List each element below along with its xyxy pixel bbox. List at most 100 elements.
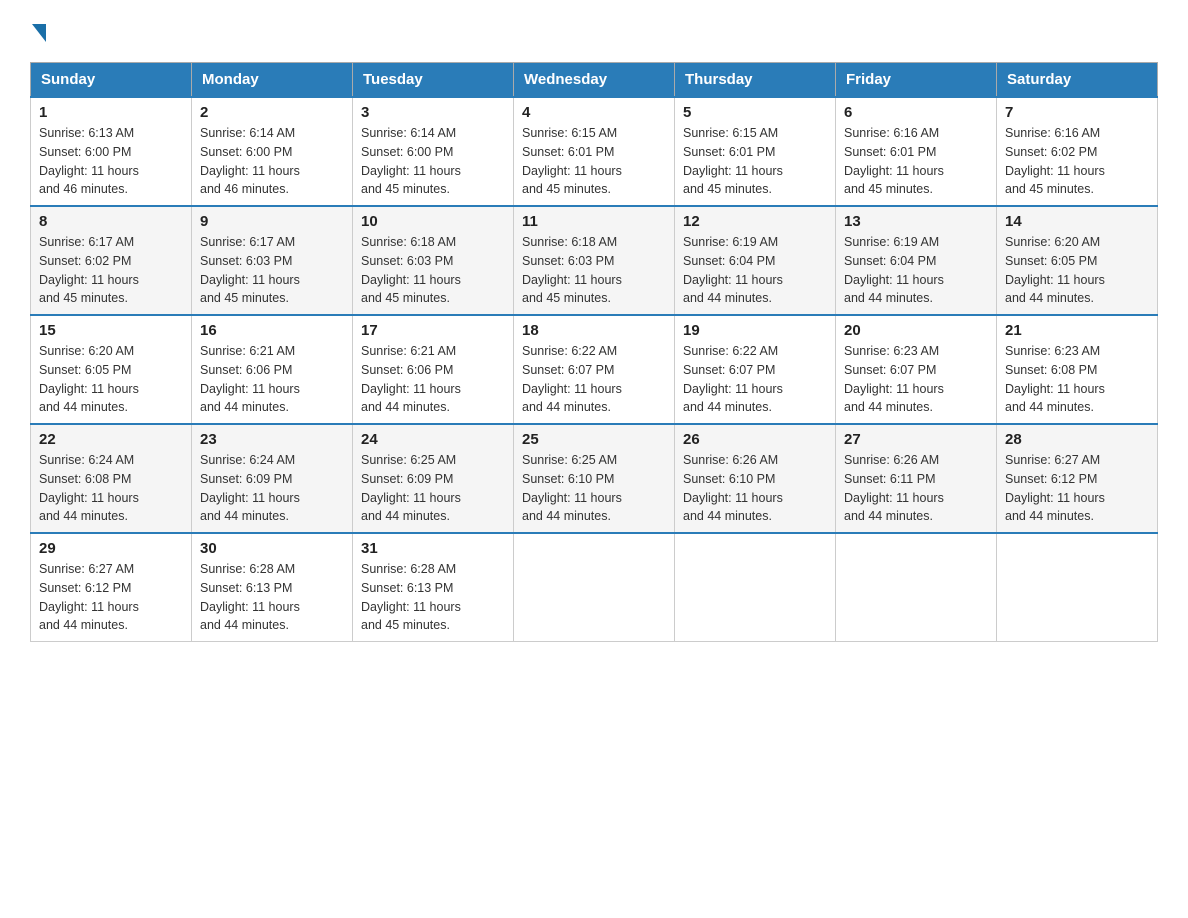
day-info: Sunrise: 6:22 AMSunset: 6:07 PMDaylight:… [522, 342, 666, 417]
day-info: Sunrise: 6:25 AMSunset: 6:10 PMDaylight:… [522, 451, 666, 526]
page-header [30, 20, 1158, 42]
day-number: 28 [1005, 431, 1149, 448]
day-info: Sunrise: 6:18 AMSunset: 6:03 PMDaylight:… [361, 233, 505, 308]
calendar-cell: 10 Sunrise: 6:18 AMSunset: 6:03 PMDayligh… [353, 206, 514, 315]
calendar-week-row: 29 Sunrise: 6:27 AMSunset: 6:12 PMDayligh… [31, 533, 1158, 642]
calendar-cell: 15 Sunrise: 6:20 AMSunset: 6:05 PMDayligh… [31, 315, 192, 424]
calendar-week-row: 15 Sunrise: 6:20 AMSunset: 6:05 PMDayligh… [31, 315, 1158, 424]
calendar-cell: 9 Sunrise: 6:17 AMSunset: 6:03 PMDaylight… [192, 206, 353, 315]
day-info: Sunrise: 6:13 AMSunset: 6:00 PMDaylight:… [39, 124, 183, 199]
calendar-week-row: 1 Sunrise: 6:13 AMSunset: 6:00 PMDaylight… [31, 97, 1158, 206]
day-number: 12 [683, 213, 827, 230]
day-info: Sunrise: 6:14 AMSunset: 6:00 PMDaylight:… [200, 124, 344, 199]
day-info: Sunrise: 6:19 AMSunset: 6:04 PMDaylight:… [844, 233, 988, 308]
weekday-header-wednesday: Wednesday [514, 63, 675, 98]
day-number: 25 [522, 431, 666, 448]
calendar-cell: 20 Sunrise: 6:23 AMSunset: 6:07 PMDayligh… [836, 315, 997, 424]
day-info: Sunrise: 6:17 AMSunset: 6:02 PMDaylight:… [39, 233, 183, 308]
calendar-cell [997, 533, 1158, 642]
calendar-cell: 27 Sunrise: 6:26 AMSunset: 6:11 PMDayligh… [836, 424, 997, 533]
day-info: Sunrise: 6:19 AMSunset: 6:04 PMDaylight:… [683, 233, 827, 308]
calendar-cell [675, 533, 836, 642]
calendar-cell: 4Sunrise: 6:15 AMSunset: 6:01 PMDaylight… [514, 97, 675, 206]
day-info: Sunrise: 6:20 AMSunset: 6:05 PMDaylight:… [1005, 233, 1149, 308]
calendar-cell: 5 Sunrise: 6:15 AMSunset: 6:01 PMDaylight… [675, 97, 836, 206]
day-info: Sunrise: 6:24 AMSunset: 6:09 PMDaylight:… [200, 451, 344, 526]
day-info: Sunrise: 6:15 AMSunset: 6:01 PMDaylight:… [683, 124, 827, 199]
day-info: Sunrise: 6:21 AMSunset: 6:06 PMDaylight:… [200, 342, 344, 417]
day-number: 7 [1005, 104, 1149, 121]
day-info: Sunrise: 6:16 AMSunset: 6:01 PMDaylight:… [844, 124, 988, 199]
weekday-header-sunday: Sunday [31, 63, 192, 98]
day-info: Sunrise: 6:26 AMSunset: 6:11 PMDaylight:… [844, 451, 988, 526]
calendar-cell: 18 Sunrise: 6:22 AMSunset: 6:07 PMDayligh… [514, 315, 675, 424]
calendar-cell: 21 Sunrise: 6:23 AMSunset: 6:08 PMDayligh… [997, 315, 1158, 424]
day-info: Sunrise: 6:26 AMSunset: 6:10 PMDaylight:… [683, 451, 827, 526]
calendar-cell: 11 Sunrise: 6:18 AMSunset: 6:03 PMDayligh… [514, 206, 675, 315]
day-info: Sunrise: 6:27 AMSunset: 6:12 PMDaylight:… [39, 560, 183, 635]
weekday-header-thursday: Thursday [675, 63, 836, 98]
calendar-cell: 8 Sunrise: 6:17 AMSunset: 6:02 PMDaylight… [31, 206, 192, 315]
day-info: Sunrise: 6:23 AMSunset: 6:08 PMDaylight:… [1005, 342, 1149, 417]
day-number: 3 [361, 104, 505, 121]
day-info: Sunrise: 6:23 AMSunset: 6:07 PMDaylight:… [844, 342, 988, 417]
calendar-week-row: 8 Sunrise: 6:17 AMSunset: 6:02 PMDaylight… [31, 206, 1158, 315]
logo [30, 20, 46, 42]
day-number: 1 [39, 104, 183, 121]
day-info: Sunrise: 6:14 AMSunset: 6:00 PMDaylight:… [361, 124, 505, 199]
calendar-cell: 3 Sunrise: 6:14 AMSunset: 6:00 PMDaylight… [353, 97, 514, 206]
calendar-cell: 23Sunrise: 6:24 AMSunset: 6:09 PMDayligh… [192, 424, 353, 533]
day-number: 11 [522, 213, 666, 230]
calendar-cell: 7 Sunrise: 6:16 AMSunset: 6:02 PMDaylight… [997, 97, 1158, 206]
calendar-week-row: 22Sunrise: 6:24 AMSunset: 6:08 PMDayligh… [31, 424, 1158, 533]
day-info: Sunrise: 6:22 AMSunset: 6:07 PMDaylight:… [683, 342, 827, 417]
weekday-header-saturday: Saturday [997, 63, 1158, 98]
calendar-cell: 22Sunrise: 6:24 AMSunset: 6:08 PMDayligh… [31, 424, 192, 533]
calendar-cell: 24Sunrise: 6:25 AMSunset: 6:09 PMDayligh… [353, 424, 514, 533]
day-number: 18 [522, 322, 666, 339]
day-number: 6 [844, 104, 988, 121]
day-number: 22 [39, 431, 183, 448]
day-info: Sunrise: 6:25 AMSunset: 6:09 PMDaylight:… [361, 451, 505, 526]
calendar-cell: 16Sunrise: 6:21 AMSunset: 6:06 PMDayligh… [192, 315, 353, 424]
logo-arrow-icon [32, 24, 46, 42]
day-number: 17 [361, 322, 505, 339]
calendar-cell: 1 Sunrise: 6:13 AMSunset: 6:00 PMDaylight… [31, 97, 192, 206]
calendar-cell: 19 Sunrise: 6:22 AMSunset: 6:07 PMDayligh… [675, 315, 836, 424]
day-number: 29 [39, 540, 183, 557]
day-number: 5 [683, 104, 827, 121]
calendar-cell: 26 Sunrise: 6:26 AMSunset: 6:10 PMDayligh… [675, 424, 836, 533]
day-info: Sunrise: 6:20 AMSunset: 6:05 PMDaylight:… [39, 342, 183, 417]
day-info: Sunrise: 6:21 AMSunset: 6:06 PMDaylight:… [361, 342, 505, 417]
day-number: 20 [844, 322, 988, 339]
weekday-header-friday: Friday [836, 63, 997, 98]
day-info: Sunrise: 6:17 AMSunset: 6:03 PMDaylight:… [200, 233, 344, 308]
calendar-cell [836, 533, 997, 642]
day-info: Sunrise: 6:28 AMSunset: 6:13 PMDaylight:… [200, 560, 344, 635]
day-info: Sunrise: 6:16 AMSunset: 6:02 PMDaylight:… [1005, 124, 1149, 199]
day-info: Sunrise: 6:18 AMSunset: 6:03 PMDaylight:… [522, 233, 666, 308]
day-number: 9 [200, 213, 344, 230]
calendar-cell: 14 Sunrise: 6:20 AMSunset: 6:05 PMDayligh… [997, 206, 1158, 315]
calendar-cell: 12 Sunrise: 6:19 AMSunset: 6:04 PMDayligh… [675, 206, 836, 315]
day-info: Sunrise: 6:27 AMSunset: 6:12 PMDaylight:… [1005, 451, 1149, 526]
calendar-cell: 25 Sunrise: 6:25 AMSunset: 6:10 PMDayligh… [514, 424, 675, 533]
day-number: 27 [844, 431, 988, 448]
calendar-cell: 29 Sunrise: 6:27 AMSunset: 6:12 PMDayligh… [31, 533, 192, 642]
day-number: 31 [361, 540, 505, 557]
day-number: 10 [361, 213, 505, 230]
day-number: 15 [39, 322, 183, 339]
calendar-cell: 17 Sunrise: 6:21 AMSunset: 6:06 PMDayligh… [353, 315, 514, 424]
calendar-cell: 2Sunrise: 6:14 AMSunset: 6:00 PMDaylight… [192, 97, 353, 206]
day-number: 30 [200, 540, 344, 557]
day-number: 19 [683, 322, 827, 339]
day-number: 4 [522, 104, 666, 121]
calendar-cell: 31 Sunrise: 6:28 AMSunset: 6:13 PMDayligh… [353, 533, 514, 642]
calendar-cell: 13 Sunrise: 6:19 AMSunset: 6:04 PMDayligh… [836, 206, 997, 315]
day-number: 14 [1005, 213, 1149, 230]
day-info: Sunrise: 6:28 AMSunset: 6:13 PMDaylight:… [361, 560, 505, 635]
day-number: 13 [844, 213, 988, 230]
day-number: 26 [683, 431, 827, 448]
day-number: 8 [39, 213, 183, 230]
day-number: 21 [1005, 322, 1149, 339]
